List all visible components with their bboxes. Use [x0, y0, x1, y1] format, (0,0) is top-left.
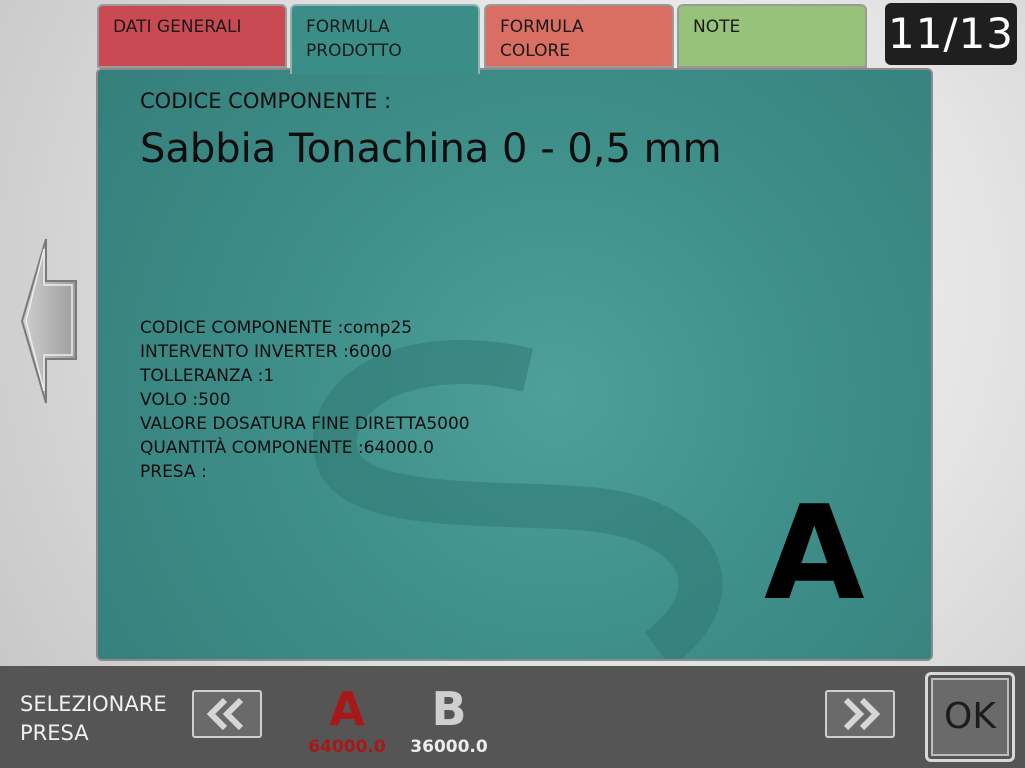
tab-label-line1: FORMULA [500, 17, 584, 37]
tab-dati-generali[interactable]: DATI GENERALI [97, 4, 287, 68]
tab-label: NOTE [693, 17, 741, 37]
detail-line: TOLLERANZA :1 [140, 366, 275, 386]
presa-letter: B [431, 682, 467, 736]
detail-line: VALORE DOSATURA FINE DIRETTA5000 [140, 414, 470, 434]
presa-quantity: 36000.0 [410, 737, 488, 757]
next-presa-button[interactable] [825, 690, 895, 738]
double-chevron-right-icon [843, 697, 881, 731]
tab-label-line2: PRODOTTO [306, 41, 402, 61]
detail-line: CODICE COMPONENTE :comp25 [140, 318, 413, 338]
presa-quantity: 64000.0 [308, 737, 386, 757]
double-chevron-left-icon [206, 697, 244, 731]
tab-label-line1: FORMULA [306, 17, 390, 37]
presa-b-option[interactable]: B 36000.0 [404, 682, 494, 758]
component-code-label: CODICE COMPONENTE : [140, 89, 392, 113]
current-presa-letter: A [764, 477, 865, 629]
detail-line: QUANTITÀ COMPONENTE :64000.0 [140, 438, 434, 458]
presa-a-option[interactable]: A 64000.0 [302, 682, 392, 758]
select-presa-label: SELEZIONARE PRESA [20, 692, 167, 745]
tab-label-line2: COLORE [500, 41, 571, 61]
tab-formula-prodotto[interactable]: FORMULA PRODOTTO [290, 4, 480, 74]
detail-line: VOLO :500 [140, 390, 231, 410]
previous-presa-button[interactable] [192, 690, 262, 738]
component-details: CODICE COMPONENTE :comp25 INTERVENTO INV… [140, 316, 470, 484]
detail-line: INTERVENTO INVERTER :6000 [140, 342, 393, 362]
page-counter: 11/13 [885, 3, 1017, 65]
tab-formula-colore[interactable]: FORMULA COLORE [484, 4, 674, 68]
tab-label: DATI GENERALI [113, 17, 242, 37]
tab-note[interactable]: NOTE [677, 4, 867, 68]
presa-letter: A [329, 682, 365, 736]
detail-line: PRESA : [140, 462, 207, 482]
arrow-left-icon[interactable] [20, 237, 78, 405]
component-name: Sabbia Tonachina 0 - 0,5 mm [140, 126, 722, 172]
ok-button[interactable]: OK [925, 672, 1015, 762]
ok-label: OK [944, 696, 996, 737]
component-panel: CODICE COMPONENTE : Sabbia Tonachina 0 -… [96, 68, 933, 661]
bottom-toolbar: SELEZIONARE PRESA A 64000.0 B 36000.0 OK [0, 666, 1025, 768]
